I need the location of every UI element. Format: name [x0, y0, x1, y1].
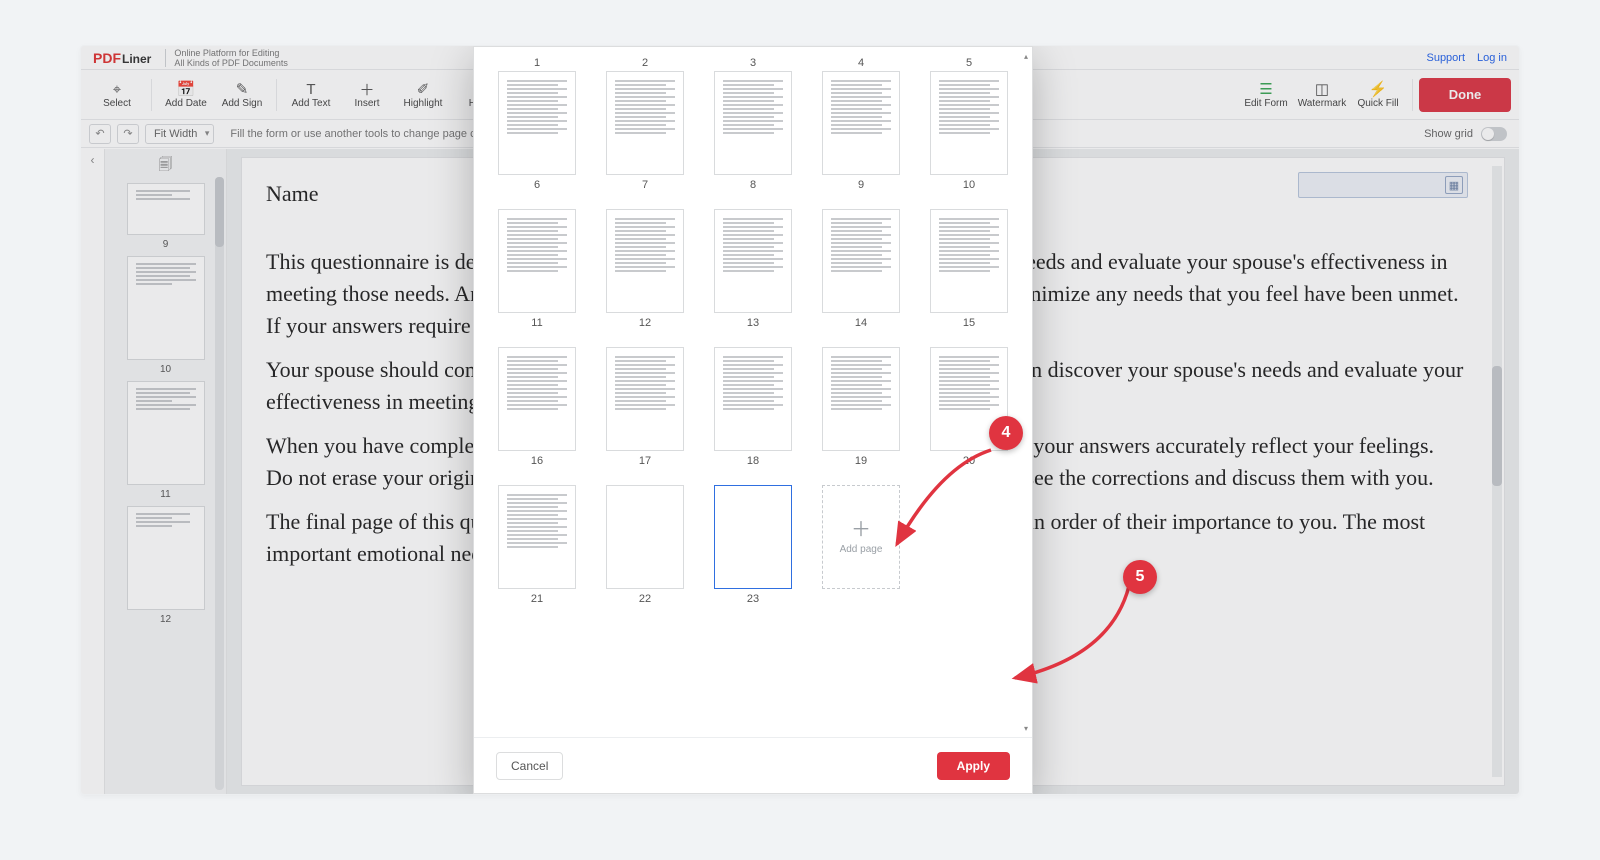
page-thumbnail[interactable] — [498, 485, 576, 589]
page-number: 19 — [855, 455, 867, 467]
modal-scrollbar[interactable]: ▴▾ — [1022, 51, 1030, 733]
page-number: 9 — [858, 179, 864, 191]
page-thumbnail[interactable] — [714, 71, 792, 175]
page-number: 17 — [639, 455, 651, 467]
page-number: 12 — [639, 317, 651, 329]
page-number-row: 12345 — [496, 57, 1010, 71]
page-number: 16 — [531, 455, 543, 467]
page-number: 22 — [639, 593, 651, 605]
page-thumbnail[interactable] — [498, 209, 576, 313]
page-thumbnail[interactable] — [930, 209, 1008, 313]
manage-pages-modal: 12345 67891011121314151617181920212223＋A… — [473, 46, 1033, 794]
page-thumbnail[interactable] — [498, 347, 576, 451]
page-number: 13 — [747, 317, 759, 329]
page-number: 6 — [534, 179, 540, 191]
cancel-button[interactable]: Cancel — [496, 752, 563, 780]
page-thumbnail[interactable] — [606, 209, 684, 313]
page-number: 14 — [855, 317, 867, 329]
page-thumbnail[interactable] — [822, 71, 900, 175]
page-thumbnail[interactable] — [930, 71, 1008, 175]
page-thumbnail[interactable] — [822, 347, 900, 451]
page-number: 23 — [747, 593, 759, 605]
page-thumbnail[interactable] — [606, 71, 684, 175]
page-thumbnail[interactable] — [822, 209, 900, 313]
apply-button[interactable]: Apply — [937, 752, 1010, 780]
app-frame: PDF Liner Online Platform for Editing Al… — [80, 45, 1520, 795]
page-thumbnail[interactable] — [606, 347, 684, 451]
page-number: 21 — [531, 593, 543, 605]
page-thumbnail[interactable] — [714, 347, 792, 451]
callout-4-badge: 4 — [989, 416, 1023, 450]
page-number: 20 — [963, 455, 975, 467]
page-thumbnail[interactable] — [714, 485, 792, 589]
add-page-button[interactable]: ＋Add page — [822, 485, 900, 589]
page-thumbnail[interactable] — [606, 485, 684, 589]
page-number: 7 — [642, 179, 648, 191]
page-grid: 6 7 8 9 10 11 12 13 14 15 16 17 18 19 20 21 22 23 ＋Add pag… — [496, 71, 1010, 605]
page-thumbnail[interactable] — [498, 71, 576, 175]
page-number: 10 — [963, 179, 975, 191]
page-number: 18 — [747, 455, 759, 467]
page-number: 8 — [750, 179, 756, 191]
callout-5-badge: 5 — [1123, 560, 1157, 594]
page-number: 11 — [531, 317, 542, 329]
plus-icon: ＋ — [851, 520, 871, 540]
page-thumbnail[interactable] — [714, 209, 792, 313]
page-number: 15 — [963, 317, 975, 329]
